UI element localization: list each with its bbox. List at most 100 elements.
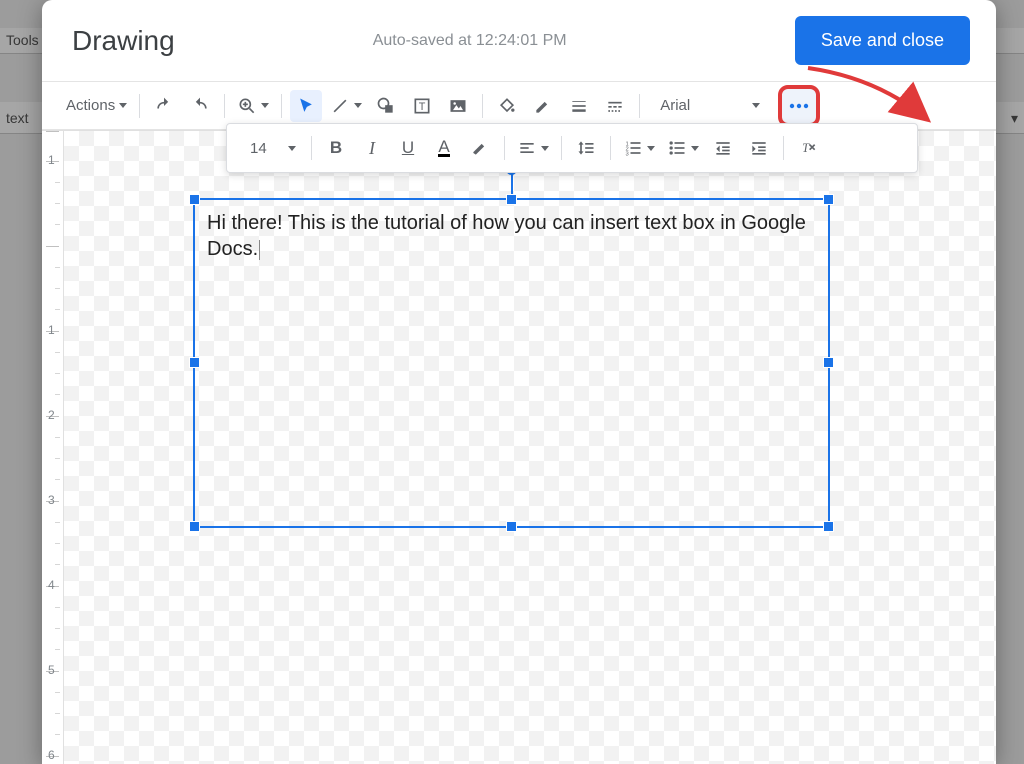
shape-tool[interactable] (370, 90, 402, 122)
bold-button[interactable]: B (320, 132, 352, 164)
more-button[interactable] (778, 85, 820, 127)
autosave-status: Auto-saved at 12:24:01 PM (175, 32, 795, 50)
bulleted-list-button[interactable] (663, 132, 703, 164)
pencil-icon (533, 96, 553, 116)
separator (224, 94, 225, 118)
textbox-tool[interactable]: T (406, 90, 438, 122)
shape-icon (376, 96, 396, 116)
chevron-down-icon (261, 103, 269, 108)
ruler-tick: 1 (48, 323, 55, 337)
separator (504, 136, 505, 160)
text-color-button[interactable]: A (428, 132, 460, 164)
resize-handle-tr[interactable] (823, 194, 834, 205)
decrease-indent-button[interactable] (707, 132, 739, 164)
cursor-icon (296, 96, 316, 116)
align-icon (517, 138, 537, 158)
save-and-close-button[interactable]: Save and close (795, 16, 970, 65)
fill-color-button[interactable] (491, 90, 523, 122)
ruler-tick: 1 (48, 153, 55, 167)
select-tool[interactable] (290, 90, 322, 122)
svg-text:T: T (802, 141, 810, 155)
border-weight-button[interactable] (563, 90, 595, 122)
resize-handle-tl[interactable] (189, 194, 200, 205)
text-format-toolbar: 14 B I U A 123 T (226, 123, 918, 173)
redo-icon (190, 96, 210, 116)
italic-button[interactable]: I (356, 132, 388, 164)
chevron-down-icon (119, 103, 127, 108)
separator (281, 94, 282, 118)
separator (783, 136, 784, 160)
zoom-icon (237, 96, 257, 116)
separator (610, 136, 611, 160)
redo-button[interactable] (184, 90, 216, 122)
underline-icon: U (402, 138, 414, 158)
chevron-down-icon (541, 146, 549, 151)
drawing-canvas[interactable]: 14 B I U A 123 T (64, 131, 996, 764)
bulleted-list-icon (667, 138, 687, 158)
image-tool[interactable] (442, 90, 474, 122)
svg-text:T: T (419, 101, 426, 113)
font-size-label: 14 (250, 140, 284, 157)
align-button[interactable] (513, 132, 553, 164)
numbered-list-icon: 123 (623, 138, 643, 158)
resize-handle-bl[interactable] (189, 521, 200, 532)
svg-text:3: 3 (626, 152, 629, 158)
clear-formatting-button[interactable]: T (792, 132, 824, 164)
rotate-line (511, 174, 513, 194)
font-size-picker[interactable]: 14 (237, 133, 303, 163)
image-icon (448, 96, 468, 116)
separator (139, 94, 140, 118)
resize-handle-ml[interactable] (189, 357, 200, 368)
increase-indent-button[interactable] (743, 132, 775, 164)
text-color-icon: A (438, 139, 449, 157)
separator (561, 136, 562, 160)
text-cursor (259, 240, 260, 260)
numbered-list-button[interactable]: 123 (619, 132, 659, 164)
bold-icon: B (330, 138, 342, 158)
chevron-down-icon (354, 103, 362, 108)
highlight-button[interactable] (464, 132, 496, 164)
resize-handle-mr[interactable] (823, 357, 834, 368)
dialog-title: Drawing (72, 25, 175, 57)
resize-handle-tm[interactable] (506, 194, 517, 205)
separator (311, 136, 312, 160)
zoom-button[interactable] (233, 90, 273, 122)
canvas-wrap: 1 1 2 3 4 5 6 7 8 9 10 14 B I U (42, 131, 996, 764)
main-toolbar: Actions T Arial (42, 81, 996, 129)
resize-handle-bm[interactable] (506, 521, 517, 532)
fill-icon (497, 96, 517, 116)
vertical-ruler: 1 1 2 3 4 5 6 7 8 9 10 (42, 131, 64, 764)
border-dash-button[interactable] (599, 90, 631, 122)
line-icon (330, 96, 350, 116)
font-picker[interactable]: Arial (648, 90, 768, 122)
actions-menu[interactable]: Actions (62, 90, 131, 122)
line-spacing-button[interactable] (570, 132, 602, 164)
line-tool[interactable] (326, 90, 366, 122)
increase-indent-icon (749, 138, 769, 158)
decrease-indent-icon (713, 138, 733, 158)
text-box[interactable]: Hi there! This is the tutorial of how yo… (193, 198, 830, 528)
line-spacing-icon (576, 138, 596, 158)
ruler-tick: 5 (48, 663, 55, 677)
drawing-dialog: Drawing Auto-saved at 12:24:01 PM Save a… (42, 0, 996, 764)
more-icon (788, 102, 810, 110)
border-weight-icon (569, 96, 589, 116)
border-color-button[interactable] (527, 90, 559, 122)
border-dash-icon (605, 96, 625, 116)
font-name-label: Arial (660, 97, 748, 114)
clear-formatting-icon: T (798, 138, 818, 158)
chevron-down-icon (288, 146, 296, 151)
ruler-tick: 6 (48, 748, 55, 762)
resize-handle-br[interactable] (823, 521, 834, 532)
undo-button[interactable] (148, 90, 180, 122)
undo-icon (154, 96, 174, 116)
underline-button[interactable]: U (392, 132, 424, 164)
highlight-icon (470, 138, 490, 158)
ruler-tick: 4 (48, 578, 55, 592)
separator (639, 94, 640, 118)
separator (482, 94, 483, 118)
italic-icon: I (369, 138, 375, 159)
ruler-tick: 3 (48, 493, 55, 507)
text-box-content: Hi there! This is the tutorial of how yo… (207, 212, 806, 260)
ruler-tick: 2 (48, 408, 55, 422)
